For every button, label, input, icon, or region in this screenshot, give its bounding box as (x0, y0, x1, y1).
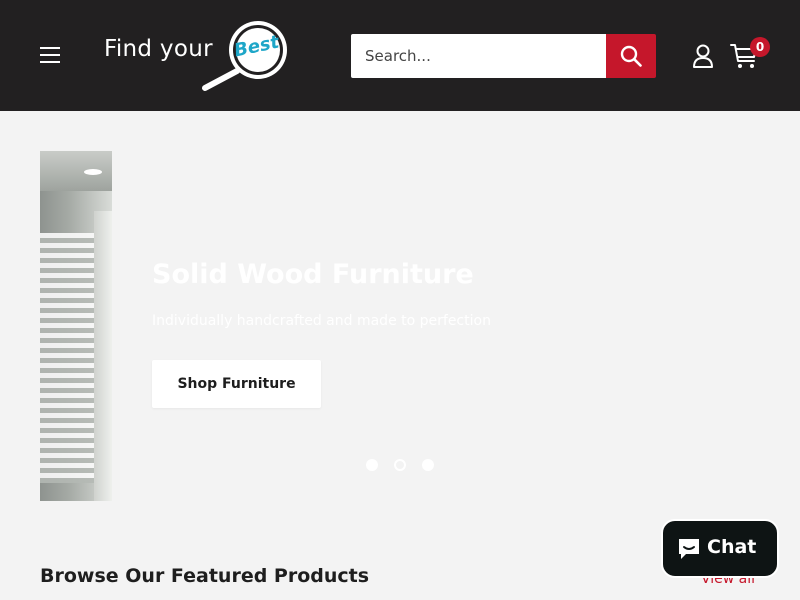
site-logo[interactable]: Find your Best (103, 18, 293, 93)
user-icon[interactable] (692, 44, 714, 68)
logo-text: Find your (104, 36, 213, 62)
cart-count-badge: 0 (750, 37, 770, 57)
chat-label: Chat (707, 536, 757, 558)
search-input[interactable] (351, 34, 606, 78)
shop-furniture-button[interactable]: Shop Furniture (152, 360, 321, 408)
hero-subtitle: Individually handcrafted and made to per… (152, 313, 491, 329)
hero-title: Solid Wood Furniture (152, 259, 474, 290)
chat-button[interactable]: Chat (661, 519, 779, 578)
chat-bubble-icon (679, 539, 699, 559)
hero-image (40, 151, 112, 501)
site-header: Find your Best 0 (0, 0, 800, 111)
search-button[interactable] (606, 34, 656, 78)
search-icon (620, 45, 642, 67)
hero-slideshow: Solid Wood Furniture Individually handcr… (40, 151, 760, 501)
slide-dot-2[interactable] (394, 459, 406, 471)
hamburger-menu-icon[interactable] (40, 47, 60, 63)
featured-products-heading: Browse Our Featured Products (40, 565, 370, 587)
search-bar (351, 34, 656, 78)
slide-dot-1[interactable] (366, 459, 378, 471)
slide-dot-3[interactable] (422, 459, 434, 471)
